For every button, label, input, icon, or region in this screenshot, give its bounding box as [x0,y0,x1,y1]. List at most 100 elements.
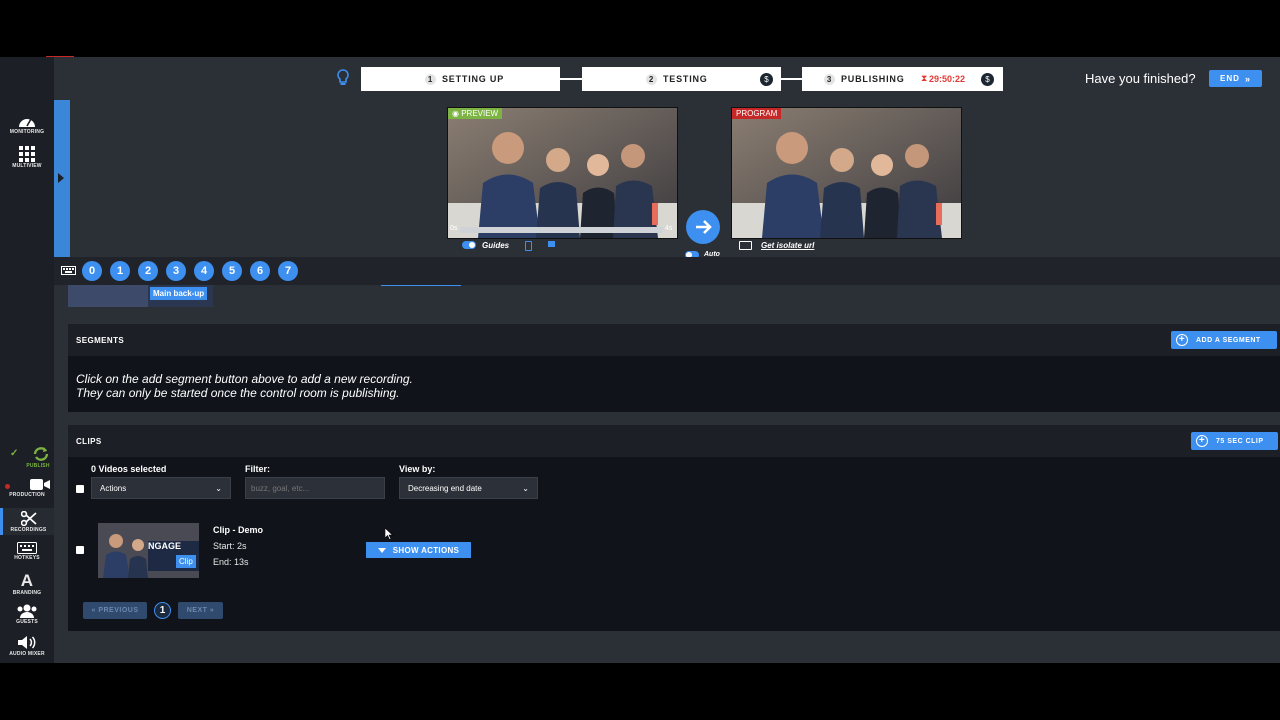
actions-select[interactable]: Actions ⌄ [91,477,231,499]
gauge-icon [19,118,35,127]
step-setting-up[interactable]: 1 SETTING UP [361,67,560,91]
sidebar-item-label: AUDIO MIXER [9,651,45,657]
publishing-timer: 29:50:22 [929,74,966,84]
sidebar-item-label: BRANDING [12,590,42,596]
keyboard-icon [17,542,37,554]
guides-toggle[interactable] [462,241,476,249]
hourglass-icon: ⧗ [921,73,928,83]
show-actions-label: SHOW ACTIONS [392,545,460,555]
source-button-3[interactable]: 3 [166,261,186,281]
add-segment-button[interactable]: + ADD A SEGMENT [1171,331,1277,349]
source-number-bar: 0 1 2 3 4 5 6 7 [54,257,1280,285]
show-actions-button[interactable]: SHOW ACTIONS [366,542,471,558]
source-button-5[interactable]: 5 [222,261,242,281]
step-label: PUBLISHING [841,74,905,84]
filter-label: Filter: [245,464,271,474]
program-tag: PROGRAM [732,108,782,119]
source-button-1[interactable]: 1 [110,261,130,281]
meeting-scene-image [448,108,677,238]
backup-thumbnail[interactable]: Main back-up [68,285,213,307]
step-testing[interactable]: 2 TESTING [582,67,781,91]
segments-title: SEGMENTS [76,336,125,345]
step-label: SETTING UP [442,74,505,84]
chevron-right-icon [58,173,64,183]
clip-end: End: 13s [213,557,249,567]
end-label: END [1220,74,1240,83]
tab-indicator [381,285,461,286]
step-connector [560,78,582,80]
program-monitor[interactable]: PROGRAM [731,107,962,239]
copy-icon[interactable] [548,241,555,247]
actions-value: Actions [100,483,127,493]
step-label: TESTING [663,74,708,84]
plus-icon: + [1196,435,1208,447]
sidebar-item-recordings[interactable]: RECORDINGS [0,508,54,535]
monitor-icon [739,241,752,250]
sidebar-item-guests[interactable]: GUESTS [0,604,54,625]
sidebar-item-label: MONITORING [9,129,45,135]
step-number: 3 [824,73,835,85]
preview-monitor[interactable]: ◉ PREVIEW 0s 4s [447,107,678,239]
sidebar-item-monitoring[interactable]: MONITORING [0,114,54,135]
preview-program-area: ◉ PREVIEW 0s 4s Guides Auto PROGRAM Get … [70,100,1280,259]
selected-count: 0 Videos selected [91,464,167,474]
segments-body: Click on the add segment button above to… [68,356,1280,412]
control-room-app: 1 SETTING UP 2 TESTING $ 3 PUBLISHING ⧗ … [0,57,1280,663]
previous-page-button[interactable]: « PREVIOUS [83,602,147,619]
backup-label: Main back-up [150,287,208,300]
add-clip-button[interactable]: + 75 SEC CLIP [1191,432,1278,450]
video-camera-icon [30,479,50,490]
sidebar-item-hotkeys[interactable]: HOTKEYS [0,542,54,561]
sidebar-expand-handle[interactable] [54,100,70,257]
source-button-4[interactable]: 4 [194,261,214,281]
refresh-icon [33,447,49,461]
preview-timeline[interactable] [460,227,663,233]
add-segment-label: ADD A SEGMENT [1196,336,1261,344]
users-icon [17,604,37,618]
clip-start: Start: 2s [213,541,247,551]
segments-header: SEGMENTS + ADD A SEGMENT [68,324,1280,356]
chevron-down-icon: ⌄ [215,483,222,493]
preview-tag-label: PREVIEW [461,109,499,118]
step-connector [781,78,802,80]
clip-thumbnail[interactable]: NGAGE Clip [98,523,199,578]
source-button-2[interactable]: 2 [138,261,158,281]
sidebar-item-label: PUBLISH [26,463,50,469]
preview-tag: ◉ PREVIEW [448,108,503,119]
sidebar-item-multiview[interactable]: MULTIVIEW [0,146,54,169]
end-button[interactable]: END » [1209,70,1262,87]
sidebar-item-label: GUESTS [16,619,38,625]
lightbulb-icon[interactable] [336,69,350,87]
sidebar-item-publish[interactable]: ✓ PUBLISH [0,446,54,469]
live-dot-icon [5,484,10,489]
viewby-select[interactable]: Decreasing end date ⌄ [399,477,538,499]
sidebar-item-production[interactable]: PRODUCTION [0,478,54,498]
add-clip-label: 75 SEC CLIP [1216,437,1264,445]
filter-input[interactable] [245,477,385,499]
step-number: 1 [425,73,436,85]
sidebar-item-label: RECORDINGS [10,527,47,533]
select-all-checkbox[interactable] [76,485,84,493]
text-a-icon: A [20,571,34,590]
step-publishing[interactable]: 3 PUBLISHING [802,67,1003,91]
clip-checkbox[interactable] [76,546,84,554]
check-icon: ✓ [10,448,19,459]
next-page-button[interactable]: NEXT » [178,602,223,619]
take-arrow-button[interactable] [686,210,720,244]
guides-label: Guides [482,241,510,250]
arrow-right-icon [696,220,712,234]
current-page[interactable]: 1 [154,602,171,619]
viewby-value: Decreasing end date [408,483,482,493]
chevron-down-icon: ⌄ [522,483,529,493]
sidebar-item-audio-mixer[interactable]: AUDIO MIXER [0,635,54,657]
left-sidebar: MONITORING MULTIVIEW ✓ PUBLISH PRODUCTIO… [0,57,54,663]
plus-icon: + [1176,334,1188,346]
source-button-7[interactable]: 7 [278,261,298,281]
isolate-url-link[interactable]: Get isolate url [761,241,814,250]
sidebar-item-label: PRODUCTION [9,492,45,498]
sidebar-item-branding[interactable]: A BRANDING [0,572,54,596]
source-button-6[interactable]: 6 [250,261,270,281]
mobile-icon[interactable] [525,241,532,251]
clips-header: CLIPS + 75 SEC CLIP [68,425,1280,457]
source-button-0[interactable]: 0 [82,261,102,281]
